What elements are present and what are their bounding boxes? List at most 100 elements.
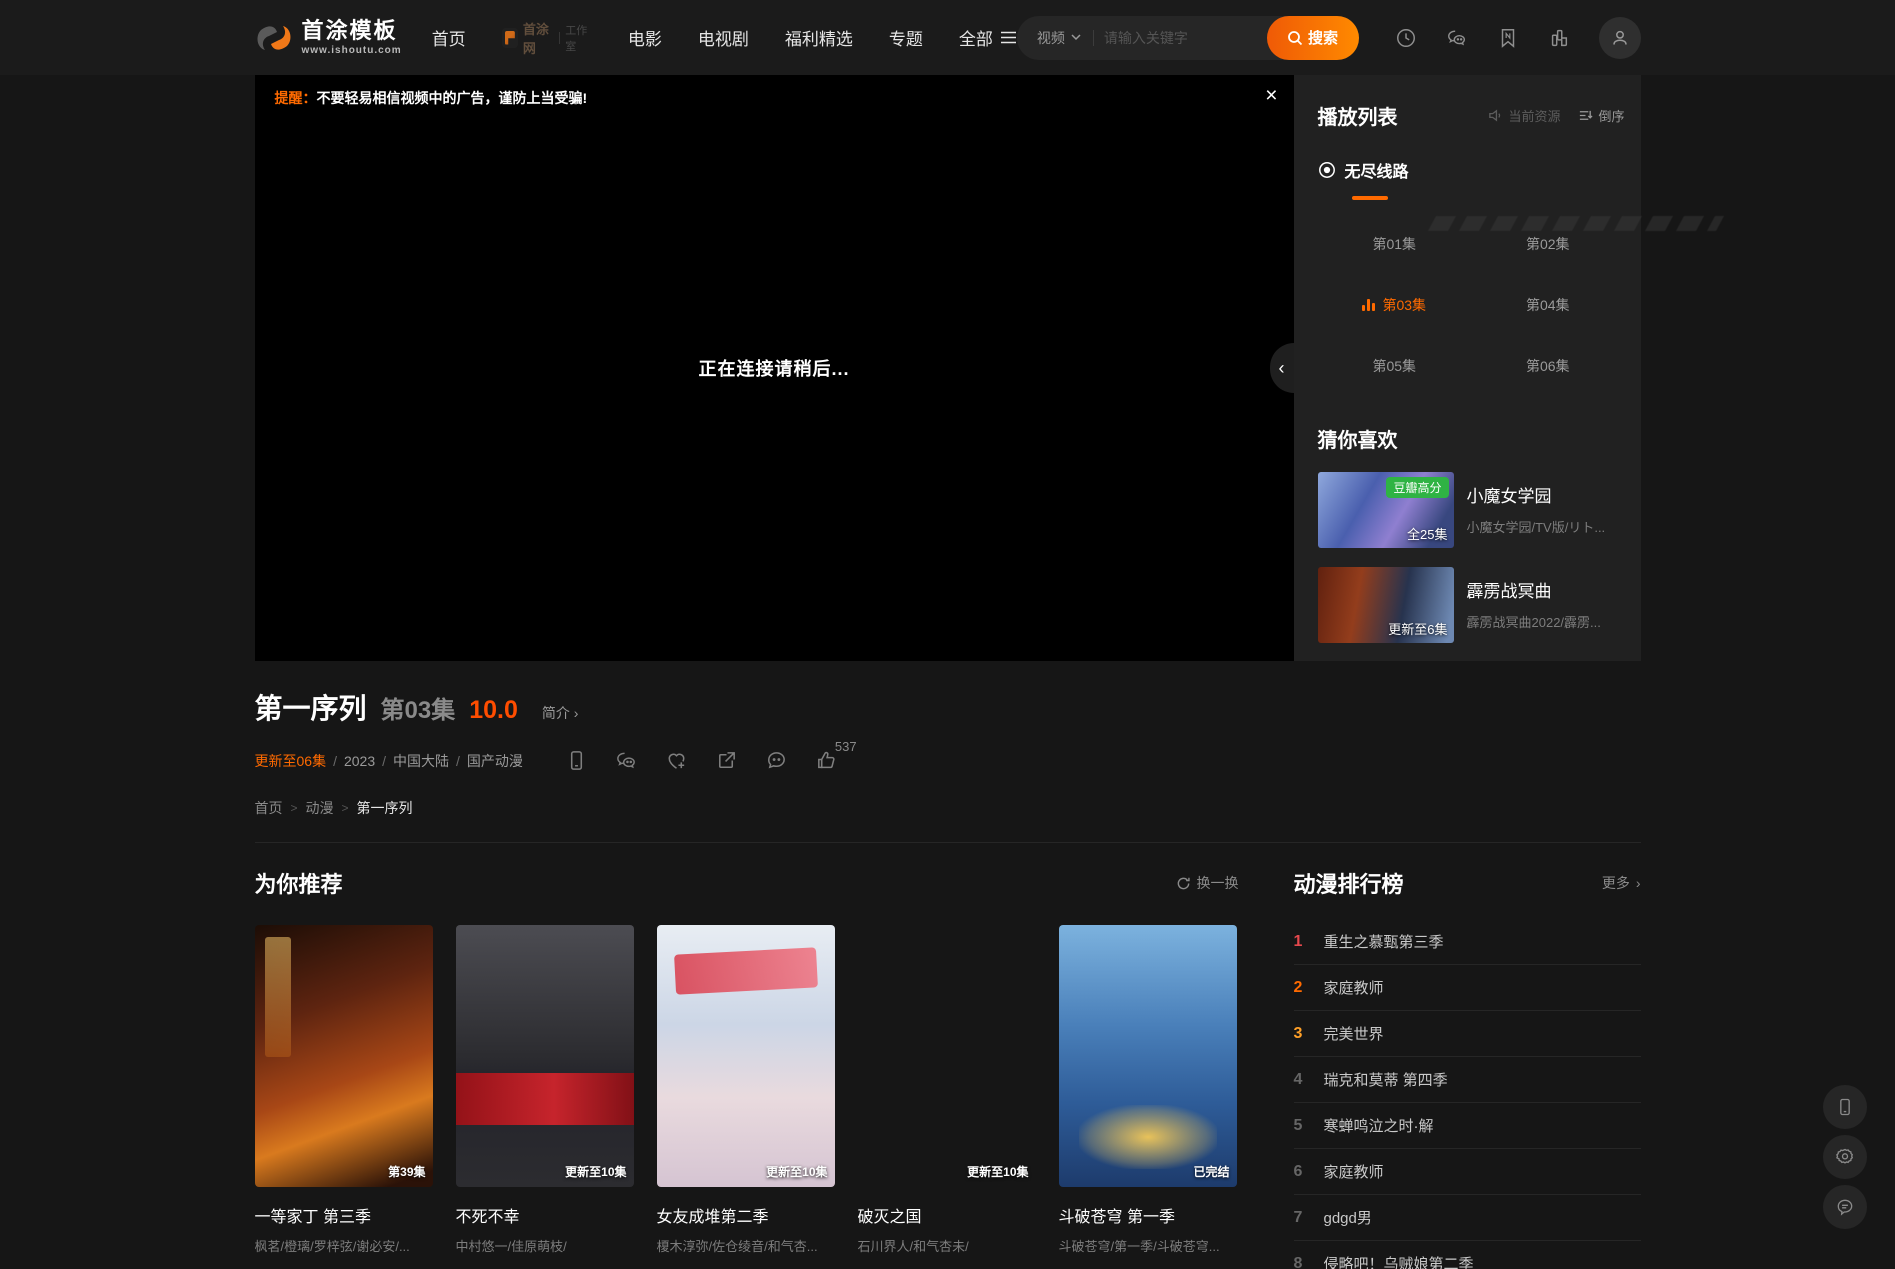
rank-item[interactable]: 6 家庭教师 [1294,1149,1641,1195]
video-card[interactable]: 已完结 斗破苍穹 第一季 斗破苍穹/第一季/斗破苍穹... [1059,925,1237,1255]
meta-region: 中国大陆 [393,751,449,771]
rank-item[interactable]: 8 侵略吧！乌贼娘第二季 [1294,1241,1641,1269]
video-title: 斗破苍穹 第一季 [1059,1203,1237,1227]
update-status: 更新至06集 [255,751,327,771]
rank-item[interactable]: 5 寒蝉鸣泣之时·解 [1294,1103,1641,1149]
mobile-icon[interactable] [565,749,588,772]
notice-text: 不要轻易相信视频中的广告，谨防上当受骗! [317,88,588,108]
episode-item[interactable]: 第06集 [1471,344,1625,388]
chat-bubble-icon [1835,1197,1855,1217]
episode-item[interactable]: 第02集 [1471,222,1625,266]
rank-item[interactable]: 3 完美世界 [1294,1011,1641,1057]
mobile-app-button[interactable] [1823,1085,1867,1129]
video-subtitle: 小魔女学园/TV版/リト... [1467,517,1606,536]
video-card[interactable]: 更新至10集 女友成堆第二季 榎木淳弥/佐仓绫音/和气杏... [657,925,835,1255]
episode-item[interactable]: 第04集 [1471,283,1625,327]
rank-item[interactable]: 7 gdgd男 [1294,1195,1641,1241]
recommend-grid: 第39集 一等家丁 第三季 枫茗/橙璃/罗梓弦/谢必安/... 更新至10集 不… [255,925,1239,1255]
episode-item[interactable]: 第01集 [1318,222,1472,266]
video-poster: 第39集 [255,925,433,1187]
meta-year: 2023 [344,753,375,769]
video-cast: 斗破苍穹/第一季/斗破苍穹... [1059,1236,1237,1255]
related-video-card[interactable]: 更新至6集 霹雳战冥曲 霹雳战冥曲2022/霹雳... [1318,567,1625,643]
speaker-icon [1488,108,1503,123]
breadcrumb-current: 第一序列 [357,798,413,818]
ranking-title: 动漫排行榜 [1294,867,1404,899]
search-button[interactable]: 搜索 [1267,16,1359,60]
nav-welfare[interactable]: 福利精选 [785,25,853,50]
poster-badge: 第39集 [388,1163,425,1180]
ranking-list: 1 重生之慕甄第三季 2 家庭教师 3 完美世界 4 瑞克和莫蒂 第四季 5 寒… [1294,919,1641,1269]
video-cast: 榎木淳弥/佐仓绫音/和气杏... [657,1236,835,1255]
gear-icon [1835,1147,1855,1167]
video-page-title: 第一序列 [255,687,367,727]
floating-toolbar [1823,1085,1867,1229]
poster-badge: 更新至10集 [967,1163,1028,1180]
bookmark-icon[interactable] [1497,27,1519,49]
video-poster: 更新至10集 [858,925,1036,1187]
playlist-panel: 播放列表 当前资源 倒序 无尽线路 第01集 [1294,75,1641,661]
wechat-icon[interactable] [1446,27,1468,49]
ranking-icon[interactable] [1548,27,1570,49]
like-button[interactable]: 537 [815,749,838,772]
player-notice: 提醒： 不要轻易相信视频中的广告，谨防上当受骗! [255,75,1294,121]
nav-tv[interactable]: 电视剧 [698,25,749,50]
close-icon[interactable]: × [1265,85,1277,106]
main-nav: 首页 首涂网 工作室 电影 电视剧 福利精选 专题 全部 [432,19,1017,57]
video-card[interactable]: 更新至10集 不死不幸 中村悠一/佳原萌枝/ [456,925,634,1255]
video-cast: 石川界人/和气杏未/ [858,1236,1036,1255]
site-logo-icon [255,20,293,56]
video-title: 小魔女学园 [1467,482,1606,507]
shuffle-button[interactable]: 换一换 [1176,873,1239,893]
share-icon[interactable] [715,749,738,772]
search-category-dropdown[interactable]: 视频 [1017,28,1093,48]
comment-icon[interactable] [765,749,788,772]
nav-all[interactable]: 全部 [959,25,1017,50]
site-logo[interactable]: 首涂模板 www.ishoutu.com [255,20,402,56]
current-source-button[interactable]: 当前资源 [1488,106,1560,125]
user-avatar[interactable] [1599,17,1641,59]
video-card[interactable]: 更新至10集 破灭之国 石川界人/和气杏未/ [858,925,1036,1255]
episode-note: 全25集 [1407,524,1447,543]
intro-link[interactable]: 简介 › [542,703,579,723]
related-video-card[interactable]: 豆瓣高分 全25集 小魔女学园 小魔女学园/TV版/リト... [1318,472,1625,548]
feedback-button[interactable] [1823,1185,1867,1229]
header-actions [1395,17,1641,59]
episode-item[interactable]: 第05集 [1318,344,1472,388]
episode-note: 更新至6集 [1388,619,1447,638]
video-player[interactable]: 提醒： 不要轻易相信视频中的广告，谨防上当受骗! × 正在连接请稍后... ‹ [255,75,1294,661]
studio-logo-icon [502,28,518,48]
route-icon [1318,161,1336,179]
collapse-playlist-button[interactable]: ‹ [1270,343,1294,393]
wechat-share-icon[interactable] [615,749,638,772]
more-button[interactable]: 更多 › [1602,873,1641,893]
video-cast: 枫茗/橙璃/罗梓弦/谢必安/... [255,1236,433,1255]
video-poster: 已完结 [1059,925,1237,1187]
video-title: 女友成堆第二季 [657,1203,835,1227]
episode-item-active[interactable]: 第03集 [1318,283,1472,327]
search-bar: 视频 搜索 [1017,16,1359,60]
video-thumbnail: 更新至6集 [1318,567,1454,643]
sort-icon [1578,108,1593,123]
top-navbar: 首涂模板 www.ishoutu.com 首页 首涂网 工作室 电影 电视剧 福… [0,0,1895,75]
nav-topics[interactable]: 专题 [889,25,923,50]
favorite-icon[interactable] [665,749,688,772]
reverse-order-button[interactable]: 倒序 [1578,106,1624,125]
video-poster: 更新至10集 [456,925,634,1187]
nav-home[interactable]: 首页 [432,25,466,50]
nav-movies[interactable]: 电影 [628,25,662,50]
like-count: 537 [835,739,857,754]
nav-studio-badge[interactable]: 首涂网 工作室 [502,19,592,57]
breadcrumb-home[interactable]: 首页 [255,798,283,818]
rank-item[interactable]: 4 瑞克和莫蒂 第四季 [1294,1057,1641,1103]
rank-item[interactable]: 2 家庭教师 [1294,965,1641,1011]
mobile-icon [1835,1097,1855,1117]
history-icon[interactable] [1395,27,1417,49]
rank-item[interactable]: 1 重生之慕甄第三季 [1294,919,1641,965]
settings-button[interactable] [1823,1135,1867,1179]
playing-equalizer-icon [1362,299,1375,311]
breadcrumb-category[interactable]: 动漫 [306,798,334,818]
video-card[interactable]: 第39集 一等家丁 第三季 枫茗/橙璃/罗梓弦/谢必安/... [255,925,433,1255]
poster-badge: 更新至10集 [766,1163,827,1180]
tab-route[interactable]: 无尽线路 [1318,158,1409,182]
